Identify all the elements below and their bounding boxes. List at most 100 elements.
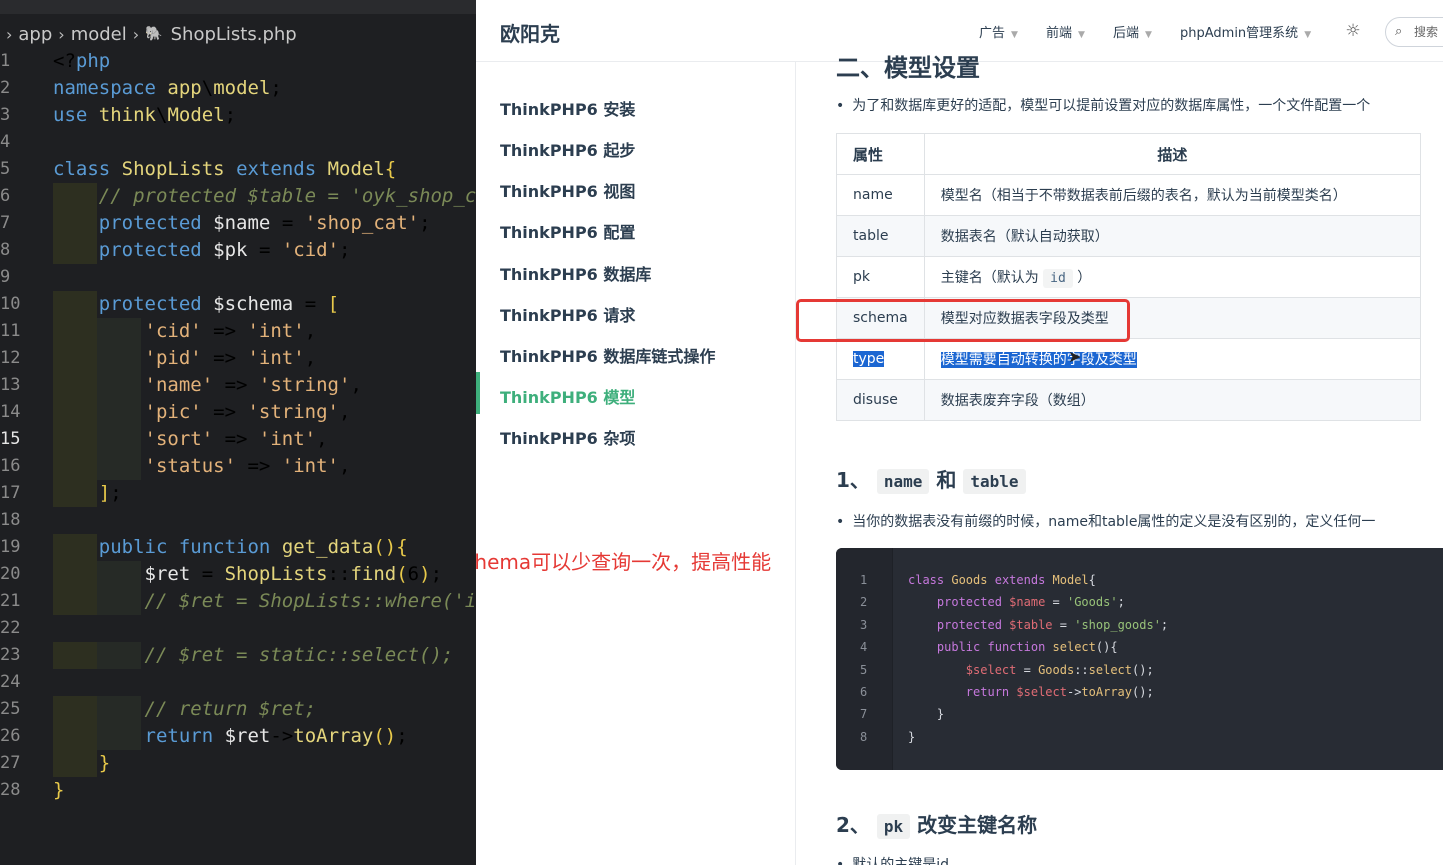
sidebar-item-install[interactable]: ThinkPHP6 安装 — [500, 96, 635, 120]
caret-down-icon: ▼ — [1011, 30, 1018, 40]
site-title[interactable]: 欧阳克 — [500, 18, 560, 47]
code-line[interactable]: 12 'pid' => 'int', — [0, 345, 476, 372]
column-header-attr: 属性 — [836, 133, 925, 175]
code-line[interactable]: 18 — [0, 507, 476, 534]
code-line[interactable]: 5 class ShopLists extends Model{ — [0, 156, 476, 183]
code-line[interactable]: 22 — [0, 615, 476, 642]
line-number: 7 — [860, 707, 868, 722]
table-row: disuse 数据表废弃字段（数组） — [836, 379, 1422, 421]
sidebar-item-database[interactable]: ThinkPHP6 数据库 — [500, 261, 651, 285]
code-line[interactable]: 3 use think\Model; — [0, 102, 476, 129]
breadcrumb-item-model[interactable]: model — [71, 24, 127, 45]
code-line[interactable]: 10 protected $schema = [ — [0, 291, 476, 318]
editor-tab-strip — [0, 0, 476, 14]
code-line[interactable]: 11 'cid' => 'int', — [0, 318, 476, 345]
heading-text: 和 — [936, 468, 957, 492]
code-line[interactable]: 26 return $ret->toArray(); — [0, 723, 476, 750]
code-text: namespace app\model; — [53, 77, 282, 99]
heading-text: 改变主键名称 — [917, 813, 1038, 837]
breadcrumb-item-app[interactable]: app — [18, 24, 52, 45]
code-line[interactable]: 7 protected $name = 'shop_cat'; — [0, 210, 476, 237]
line-number: 8 — [0, 240, 11, 260]
attr-desc: 模型名（相当于不带数据表前后缀的表名，默认为当前模型类名） — [923, 174, 1422, 216]
code-editor[interactable]: › app › model › 🐘 ShopLists.php 1 <?php 2 n… — [0, 0, 476, 865]
column-header-desc: 描述 — [923, 133, 1422, 175]
line-number: 1 — [860, 573, 868, 587]
code-text: $ret = ShopLists::find(6); — [144, 563, 443, 585]
code-line[interactable]: 24 — [0, 669, 476, 696]
code-line[interactable]: 16 'status' => 'int', — [0, 453, 476, 480]
code-text: class Goods extends Model{ — [908, 573, 1096, 587]
sidebar-item-request[interactable]: ThinkPHP6 请求 — [500, 302, 635, 326]
attr-name: pk — [836, 256, 925, 298]
attr-name: type — [836, 338, 925, 380]
sidebar-active-indicator — [476, 372, 480, 414]
code-line[interactable]: 21 // $ret = ShopLists::where('id — [0, 588, 476, 615]
line-number: 8 — [860, 729, 868, 744]
code-text: return $ret->toArray(); — [144, 725, 408, 747]
sidebar-item-model[interactable]: ThinkPHP6 模型 — [500, 384, 635, 408]
code-line[interactable]: 25 // return $ret; — [0, 696, 476, 723]
code-line[interactable]: 9 — [0, 264, 476, 291]
inline-code: pk — [876, 814, 911, 839]
code-text: <?php — [53, 50, 111, 72]
line-number: 24 — [0, 672, 21, 692]
line-number: 10 — [0, 294, 21, 314]
inline-code: name — [876, 469, 930, 494]
search-input[interactable]: ⌕ 搜索 — [1385, 17, 1443, 47]
code-line[interactable]: 27 } — [0, 750, 476, 777]
nav-item-phpadmin[interactable]: phpAdmin管理系统 ▼ — [1180, 22, 1311, 41]
desc-text: 主键名（默认为 — [940, 270, 1039, 286]
code-block[interactable]: 1 class Goods extends Model{ 2 protected $… — [836, 548, 1443, 770]
table-row: type 模型需要自动转换的字段及类型 — [836, 338, 1422, 380]
sidebar-item-start[interactable]: ThinkPHP6 起步 — [500, 137, 635, 161]
doc-page: 欧阳克 广告 ▼ 前端 ▼ 后端 ▼ phpAdmin管理系统 ▼ ☼ ⌕ 搜索 Thi… — [476, 0, 1443, 865]
sidebar-item-chain[interactable]: ThinkPHP6 数据库链式操作 — [500, 343, 715, 367]
heading-number: 1、 — [836, 468, 870, 492]
code-line[interactable]: 15 'sort' => 'int', — [0, 426, 476, 453]
code-block-line: 2 protected $name = 'Goods'; — [836, 591, 1443, 613]
code-block-line: 6 return $select->toArray(); — [836, 681, 1443, 703]
code-text: 'name' => 'string', — [144, 374, 362, 396]
sidebar-item-misc[interactable]: ThinkPHP6 杂项 — [500, 425, 635, 449]
code-text: 'cid' => 'int', — [144, 320, 317, 342]
code-line[interactable]: 2 namespace app\model; — [0, 75, 476, 102]
breadcrumb-item-file[interactable]: ShopLists.php — [171, 24, 297, 45]
sun-icon[interactable]: ☼ — [1342, 20, 1364, 42]
inline-code: table — [963, 469, 1026, 494]
line-number: 3 — [860, 617, 868, 632]
search-icon: ⌕ — [1395, 24, 1403, 39]
code-text: // $ret = ShopLists::where('id — [144, 590, 476, 612]
main-content: 二、模型设置 为了和数据库更好的适配，模型可以提前设置对应的数据库属性，一个文件… — [796, 54, 1443, 865]
code-line[interactable]: 28} — [0, 777, 476, 804]
code-line[interactable]: 4 — [0, 129, 476, 156]
nav-item-ads[interactable]: 广告 ▼ — [979, 22, 1018, 41]
code-line[interactable]: 14 'pic' => 'string', — [0, 399, 476, 426]
selected-text: 模型需要自动转换的字段及类型 — [940, 352, 1137, 368]
line-number: 21 — [0, 591, 21, 611]
code-text: 'status' => 'int', — [144, 455, 351, 477]
code-line[interactable]: 6 // protected $table = 'oyk_shop_ca — [0, 183, 476, 210]
code-line[interactable]: 17 ]; — [0, 480, 476, 507]
code-text: } — [98, 752, 111, 774]
line-number: 1 — [0, 51, 11, 71]
nav-item-backend[interactable]: 后端 ▼ — [1113, 22, 1152, 41]
sidebar-item-config[interactable]: ThinkPHP6 配置 — [500, 219, 635, 243]
line-number: 20 — [0, 564, 21, 584]
nav-item-frontend[interactable]: 前端 ▼ — [1046, 22, 1085, 41]
line-number: 26 — [0, 726, 21, 746]
code-block-line: 1 class Goods extends Model{ — [836, 569, 1443, 591]
table-row: name 模型名（相当于不带数据表前后缀的表名，默认为当前模型类名） — [836, 174, 1422, 216]
code-line[interactable]: 13 'name' => 'string', — [0, 372, 476, 399]
code-line[interactable]: 8 protected $pk = 'cid'; — [0, 237, 476, 264]
code-line[interactable]: 23 // $ret = static::select(); — [0, 642, 476, 669]
code-line[interactable]: 19 public function get_data(){ — [0, 534, 476, 561]
code-line[interactable]: 1 <?php — [0, 48, 476, 75]
code-text: return $select->toArray(); — [965, 685, 1154, 699]
sidebar-item-view[interactable]: ThinkPHP6 视图 — [500, 178, 635, 202]
line-number: 4 — [860, 640, 868, 655]
table-row: table 数据表名（默认自动获取） — [836, 215, 1422, 257]
line-number: 27 — [0, 753, 21, 773]
code-line[interactable]: 20 $ret = ShopLists::find(6); — [0, 561, 476, 588]
code-text: $select = Goods::select(); — [965, 662, 1154, 677]
